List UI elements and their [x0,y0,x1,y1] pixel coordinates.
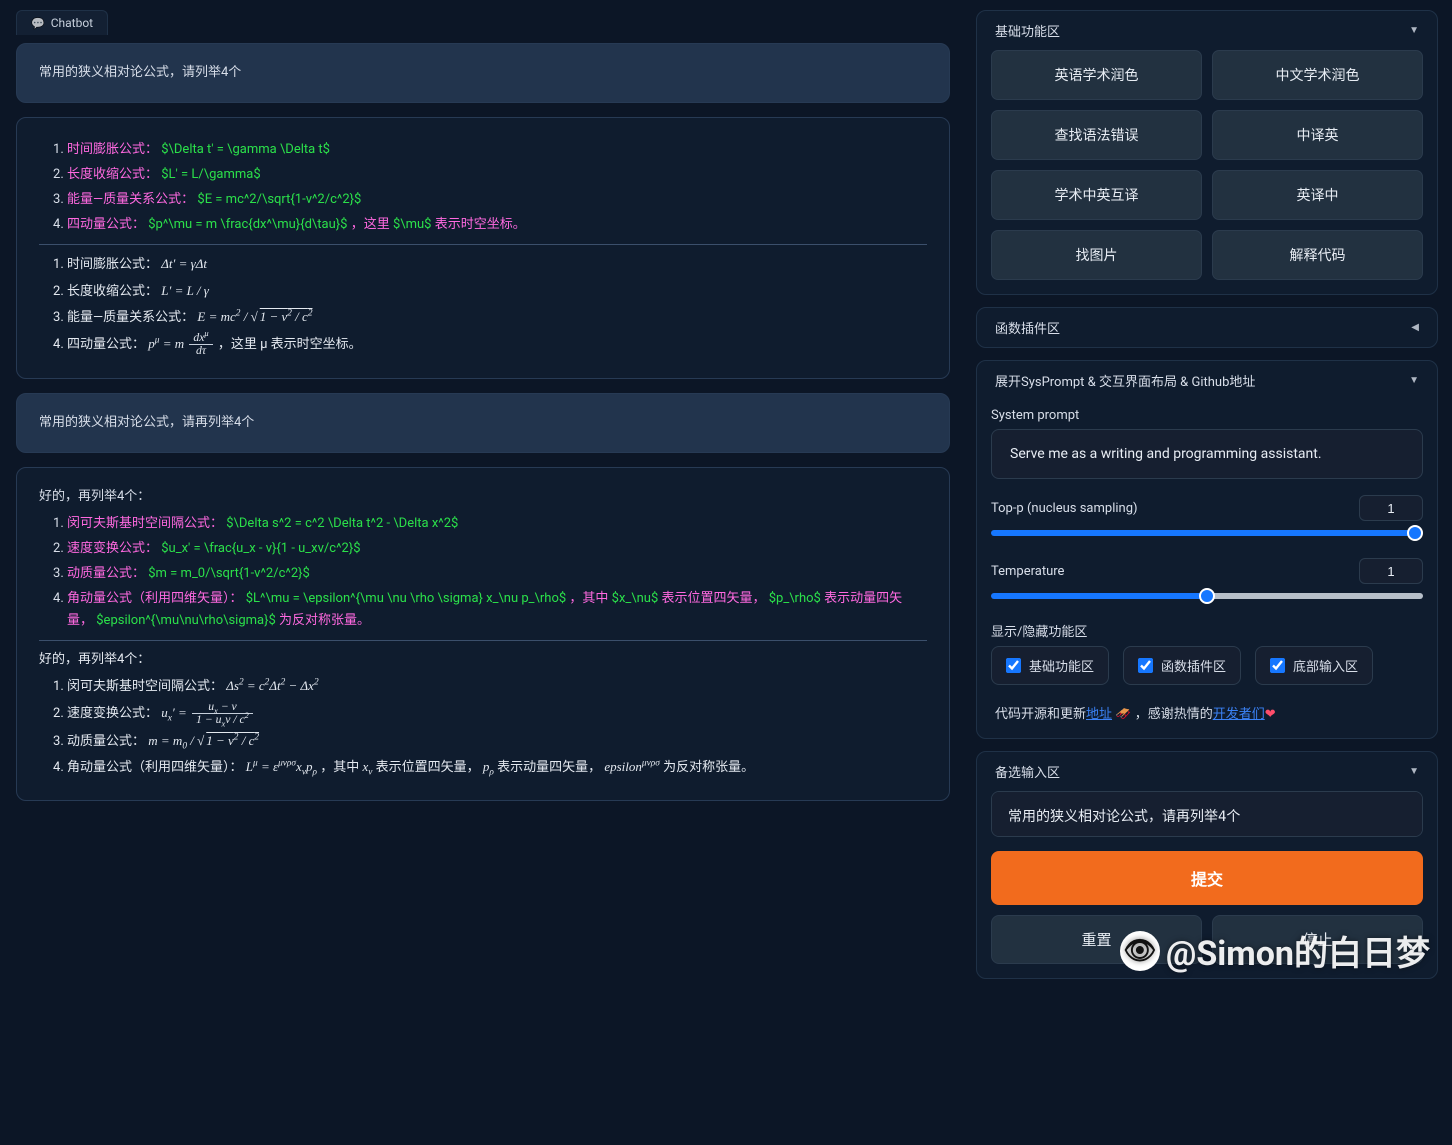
panel-plugins-header[interactable]: 函数插件区 ◀ [977,308,1437,347]
action-expl-code[interactable]: 解释代码 [1212,230,1423,280]
stop-button[interactable]: 停止 [1212,915,1423,964]
assistant-message: 时间膨胀公式： $\Delta t' = \gamma \Delta t$ 长度… [16,117,950,379]
action-grid: 英语学术润色 中文学术润色 查找语法错误 中译英 学术中英互译 英译中 找图片 … [991,50,1423,280]
user-text: 常用的狭义相对论公式，请列举4个 [39,65,241,80]
chk-bottom[interactable]: 底部输入区 [1255,646,1373,685]
user-message: 常用的狭义相对论公式，请列举4个 [16,43,950,103]
chk-basic-box[interactable] [1006,658,1021,673]
action-find-img[interactable]: 找图片 [991,230,1202,280]
chevron-left-icon: ◀ [1411,322,1419,333]
devs-link[interactable]: 开发者们 [1213,707,1265,722]
repo-link[interactable]: 地址 [1086,707,1112,722]
chk-bottom-box[interactable] [1270,658,1285,673]
panel-plugins: 函数插件区 ◀ [976,307,1438,348]
reset-button[interactable]: 重置 [991,915,1202,964]
prompt-input[interactable] [991,791,1423,837]
rendered-list: 时间膨胀公式： Δt′ = γΔt 长度收缩公式： L′ = L / γ 能量—… [39,253,927,357]
rendered-list: 闵可夫斯基时空间隔公式： Δs2 = c2Δt2 − Δx2 速度变换公式： u… [39,675,927,779]
raw-latex-list: 闵可夫斯基时空间隔公式： $\Delta s^2 = c^2 \Delta t^… [39,513,927,632]
sysprompt-label: System prompt [991,408,1423,423]
temp-label: Temperature [991,564,1064,579]
panel-advanced-header[interactable]: 展开SysPrompt & 交互界面布局 & Github地址 ▼ [977,361,1437,400]
topp-label: Top-p (nucleus sampling) [991,501,1138,516]
toggle-section-label: 显示/隐藏功能区 [991,621,1423,640]
action-cn-polish[interactable]: 中文学术润色 [1212,50,1423,100]
topp-value[interactable] [1359,495,1423,521]
user-message: 常用的狭义相对论公式，请再列举4个 [16,393,950,453]
panel-basic-header[interactable]: 基础功能区 ▼ [977,11,1437,50]
temp-value[interactable] [1359,558,1423,584]
heart-icon: ❤ [1265,707,1276,722]
action-en-polish[interactable]: 英语学术润色 [991,50,1202,100]
chevron-down-icon: ▼ [1409,766,1419,777]
raw-latex-list: 时间膨胀公式： $\Delta t' = \gamma \Delta t$ 长度… [39,139,927,236]
assistant-message: 好的，再列举4个： 闵可夫斯基时空间隔公式： $\Delta s^2 = c^2… [16,467,950,801]
action-bi-trans[interactable]: 学术中英互译 [991,170,1202,220]
chk-plugins-box[interactable] [1138,658,1153,673]
pill-icon: 🛷 [1115,707,1131,722]
submit-button[interactable]: 提交 [991,851,1423,905]
action-en2cn[interactable]: 英译中 [1212,170,1423,220]
action-cn2en[interactable]: 中译英 [1212,110,1423,160]
sysprompt-input[interactable]: Serve me as a writing and programming as… [991,429,1423,479]
chk-basic[interactable]: 基础功能区 [991,646,1109,685]
panel-basic: 基础功能区 ▼ 英语学术润色 中文学术润色 查找语法错误 中译英 学术中英互译 … [976,10,1438,295]
action-grammar[interactable]: 查找语法错误 [991,110,1202,160]
panel-input-header[interactable]: 备选输入区 ▼ [977,752,1437,791]
tab-label: Chatbot [51,16,93,30]
panel-input: 备选输入区 ▼ 提交 重置 停止 [976,751,1438,979]
chat-icon: 💬 [31,17,45,30]
tab-bar: 💬 Chatbot [16,10,954,35]
chevron-down-icon: ▼ [1409,25,1419,36]
chk-plugins[interactable]: 函数插件区 [1123,646,1241,685]
footer-line: 代码开源和更新地址 🛷 ，感谢热情的开发者们❤ [991,703,1423,724]
panel-advanced: 展开SysPrompt & 交互界面布局 & Github地址 ▼ System… [976,360,1438,739]
chat-column: 💬 Chatbot 常用的狭义相对论公式，请列举4个 时间膨胀公式： $\Del… [0,0,970,1145]
user-text: 常用的狭义相对论公式，请再列举4个 [39,415,254,430]
chevron-down-icon: ▼ [1409,375,1419,386]
chat-scroll[interactable]: 常用的狭义相对论公式，请列举4个 时间膨胀公式： $\Delta t' = \g… [16,43,954,1129]
divider [39,244,927,245]
topp-slider[interactable] [991,530,1423,536]
tab-chatbot[interactable]: 💬 Chatbot [16,10,108,35]
side-column: 基础功能区 ▼ 英语学术润色 中文学术润色 查找语法错误 中译英 学术中英互译 … [970,0,1452,1145]
divider [39,640,927,641]
temp-slider[interactable] [991,593,1423,599]
